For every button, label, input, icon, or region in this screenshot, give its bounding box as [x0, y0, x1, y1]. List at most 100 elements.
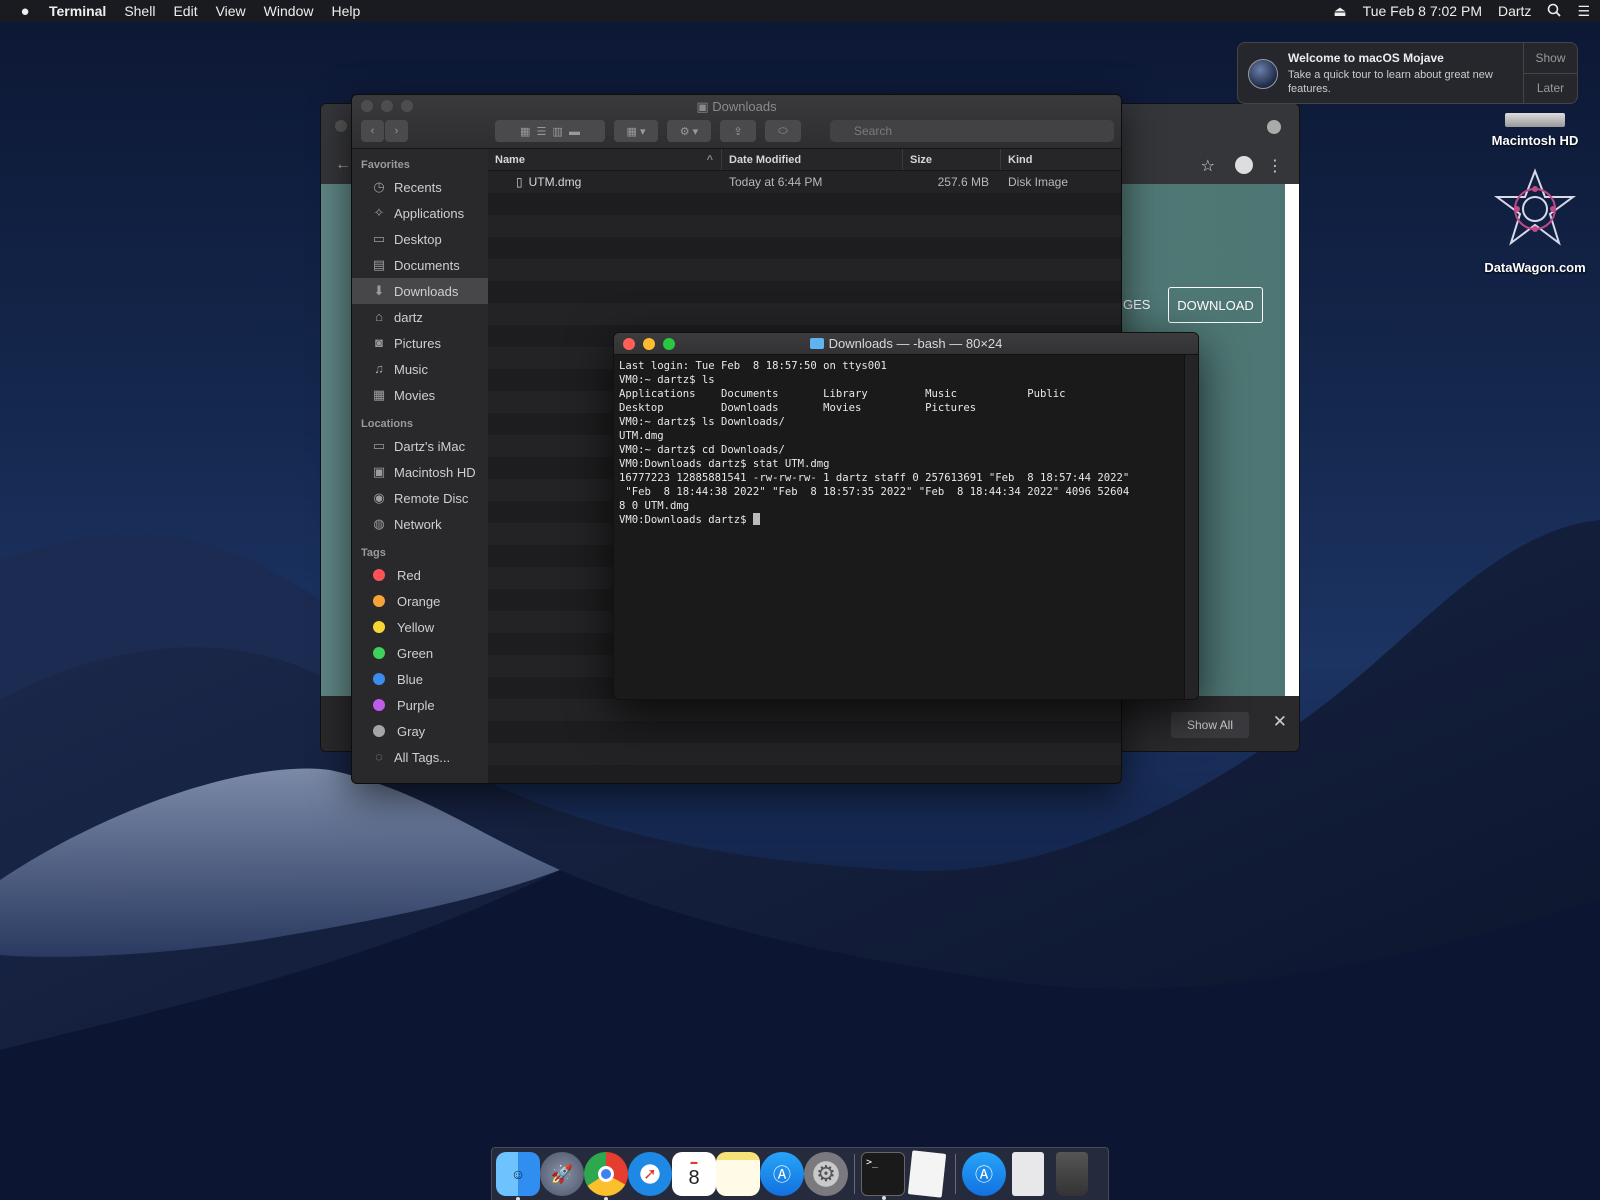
sidebar-tag-blue[interactable]: Blue	[352, 666, 488, 692]
sidebar-tag-yellow[interactable]: Yellow	[352, 614, 488, 640]
sidebar-item-movies[interactable]: ▦ Movies	[352, 382, 488, 408]
terminal-line: 16777223 12885881541 -rw-rw-rw- 1 dartz …	[619, 472, 1130, 484]
sidebar-item-desktop[interactable]: ▭ Desktop	[352, 226, 488, 252]
datawagon-logo-icon	[1493, 168, 1577, 246]
notification-later-button[interactable]: Later	[1524, 74, 1577, 104]
dock-system-preferences-icon[interactable]: ⚙	[804, 1152, 848, 1196]
terminal-scrollbar[interactable]	[1184, 355, 1198, 699]
view-mode-segmented[interactable]: ▦ ☰ ▥ ▬	[495, 120, 605, 142]
browser-menu-down-icon[interactable]	[1267, 120, 1281, 134]
menu-window[interactable]: Window	[255, 3, 323, 19]
sidebar-item-label: Orange	[397, 593, 441, 609]
dock-launchpad-icon[interactable]: 🚀	[540, 1152, 584, 1196]
terminal-title-text: Downloads — -bash — 80×24	[828, 336, 1003, 351]
dock-calendar-icon[interactable]: ▬ 8	[672, 1152, 716, 1196]
music-icon: ♫	[374, 361, 384, 376]
dock-finder-icon[interactable]: ☺	[496, 1152, 540, 1200]
group-by-button[interactable]: ▦ ▾	[614, 120, 658, 142]
notification-title: Welcome to macOS Mojave	[1288, 51, 1444, 65]
forward-button[interactable]: ›	[385, 120, 408, 142]
sidebar-tag-green[interactable]: Green	[352, 640, 488, 666]
sidebar-header-tags: Tags	[361, 547, 386, 559]
terminal-line: VM0:~ dartz$ ls Downloads/	[619, 416, 785, 428]
sidebar-tag-gray[interactable]: Gray	[352, 718, 488, 744]
nav-link-fragment[interactable]: GES	[1123, 297, 1150, 312]
menu-view[interactable]: View	[207, 3, 255, 19]
disc-icon: ◉	[373, 490, 385, 505]
sidebar-item-pictures[interactable]: ◙ Pictures	[352, 330, 488, 356]
disk-icon: ▣	[372, 464, 386, 479]
back-button[interactable]: ‹	[361, 120, 384, 142]
sidebar-item-downloads[interactable]: ⬇ Downloads	[352, 278, 488, 304]
menu-help[interactable]: Help	[322, 3, 369, 19]
welcome-notification[interactable]: Welcome to macOS Mojave Take a quick tou…	[1237, 42, 1578, 104]
dock-app-store-download-icon[interactable]: Ⓐ	[962, 1152, 1006, 1196]
sidebar-item-applications[interactable]: ✧ Applications	[352, 200, 488, 226]
terminal-line: VM0:~ dartz$ ls	[619, 374, 715, 386]
apple-menu-icon[interactable]: ●	[10, 3, 40, 20]
finder-search-input[interactable]: Search	[830, 120, 1114, 142]
menu-edit[interactable]: Edit	[164, 3, 206, 19]
sidebar-item-music[interactable]: ♫ Music	[352, 356, 488, 382]
sidebar-item-remote-disc[interactable]: ◉ Remote Disc	[352, 485, 488, 511]
profile-icon[interactable]	[1235, 156, 1253, 174]
column-size[interactable]: Size	[903, 149, 1001, 170]
terminal-titlebar: Downloads — -bash — 80×24	[614, 333, 1198, 355]
website-download-button[interactable]: DOWNLOAD	[1168, 287, 1263, 323]
browser-scrollbar[interactable]	[1285, 184, 1299, 698]
dock-terminal-icon[interactable]: >_	[861, 1152, 905, 1200]
back-arrow-icon[interactable]: ←	[335, 156, 351, 174]
sidebar-item-macintosh-hd[interactable]: ▣ Macintosh HD	[352, 459, 488, 485]
sidebar-item-label: Recents	[394, 179, 442, 195]
gray-tag-dot-icon	[373, 725, 385, 737]
column-name[interactable]: Name ^	[488, 149, 722, 170]
close-download-shelf-icon[interactable]: ✕	[1273, 712, 1287, 732]
bookmark-star-icon[interactable]: ☆	[1201, 156, 1215, 176]
menu-shell[interactable]: Shell	[115, 3, 164, 19]
sidebar-item-home[interactable]: ⌂ dartz	[352, 304, 488, 330]
dock-app-store-icon[interactable]: Ⓐ	[760, 1152, 804, 1196]
sidebar-item-label: Gray	[397, 723, 426, 739]
sidebar-tag-purple[interactable]: Purple	[352, 692, 488, 718]
menu-user[interactable]: Dartz	[1498, 3, 1531, 19]
browser-close-light[interactable]	[335, 120, 347, 132]
tag-icon[interactable]: ⬭	[765, 120, 801, 142]
dock-safari-icon[interactable]: ➚	[628, 1152, 672, 1196]
terminal-line: UTM.dmg	[619, 430, 664, 442]
sidebar-item-network[interactable]: ◍ Network	[352, 511, 488, 537]
menu-app-name[interactable]: Terminal	[40, 3, 115, 19]
column-date-modified[interactable]: Date Modified	[722, 149, 903, 170]
all-tags-icon: ◌	[375, 749, 383, 764]
sidebar-item-recents[interactable]: ◷ Recents	[352, 174, 488, 200]
table-row-empty	[488, 215, 1121, 237]
terminal-window[interactable]: Downloads — -bash — 80×24 Last login: Tu…	[613, 332, 1199, 700]
dock-disk-image-icon[interactable]	[1012, 1152, 1044, 1196]
sidebar-tag-red[interactable]: Red	[352, 562, 488, 588]
show-all-downloads-button[interactable]: Show All	[1171, 712, 1249, 738]
share-icon[interactable]: ⇪	[720, 120, 756, 142]
terminal-output[interactable]: Last login: Tue Feb 8 18:57:50 on ttys00…	[619, 359, 1180, 695]
sidebar-item-imac[interactable]: ▭ Dartz's iMac	[352, 433, 488, 459]
desktop-icon-macintosh-hd[interactable]: Macintosh HD	[1470, 113, 1600, 148]
calendar-month-icon: ▬	[690, 1159, 698, 1166]
dock-notes-icon[interactable]	[716, 1152, 760, 1196]
notification-center-icon[interactable]: ☰	[1577, 3, 1590, 20]
desktop-icon-datawagon[interactable]: DataWagon.com	[1470, 167, 1600, 275]
sidebar-item-label: Macintosh HD	[394, 464, 476, 480]
dock-trash-icon[interactable]	[1056, 1152, 1088, 1196]
sidebar-item-documents[interactable]: ▤ Documents	[352, 252, 488, 278]
more-menu-icon[interactable]: ⋮	[1267, 156, 1283, 176]
dock: ☺ 🚀 ➚ ▬ 8 Ⓐ ⚙ >_ Ⓐ	[491, 1147, 1109, 1200]
eject-icon[interactable]: ⏏	[1333, 3, 1346, 20]
table-row[interactable]: ▯ UTM.dmg Today at 6:44 PM 257.6 MB Disk …	[488, 171, 1121, 193]
notification-show-button[interactable]: Show	[1524, 43, 1577, 74]
action-gear-icon[interactable]: ⚙ ▾	[667, 120, 711, 142]
file-size-cell: 257.6 MB	[937, 175, 989, 189]
column-kind[interactable]: Kind	[1001, 149, 1121, 170]
sidebar-all-tags[interactable]: ◌ All Tags...	[352, 744, 488, 770]
dock-textedit-icon[interactable]	[907, 1150, 947, 1198]
spotlight-search-icon[interactable]	[1547, 3, 1562, 20]
menu-clock[interactable]: Tue Feb 8 7:02 PM	[1363, 3, 1482, 19]
dock-chrome-icon[interactable]	[584, 1152, 628, 1200]
sidebar-tag-orange[interactable]: Orange	[352, 588, 488, 614]
